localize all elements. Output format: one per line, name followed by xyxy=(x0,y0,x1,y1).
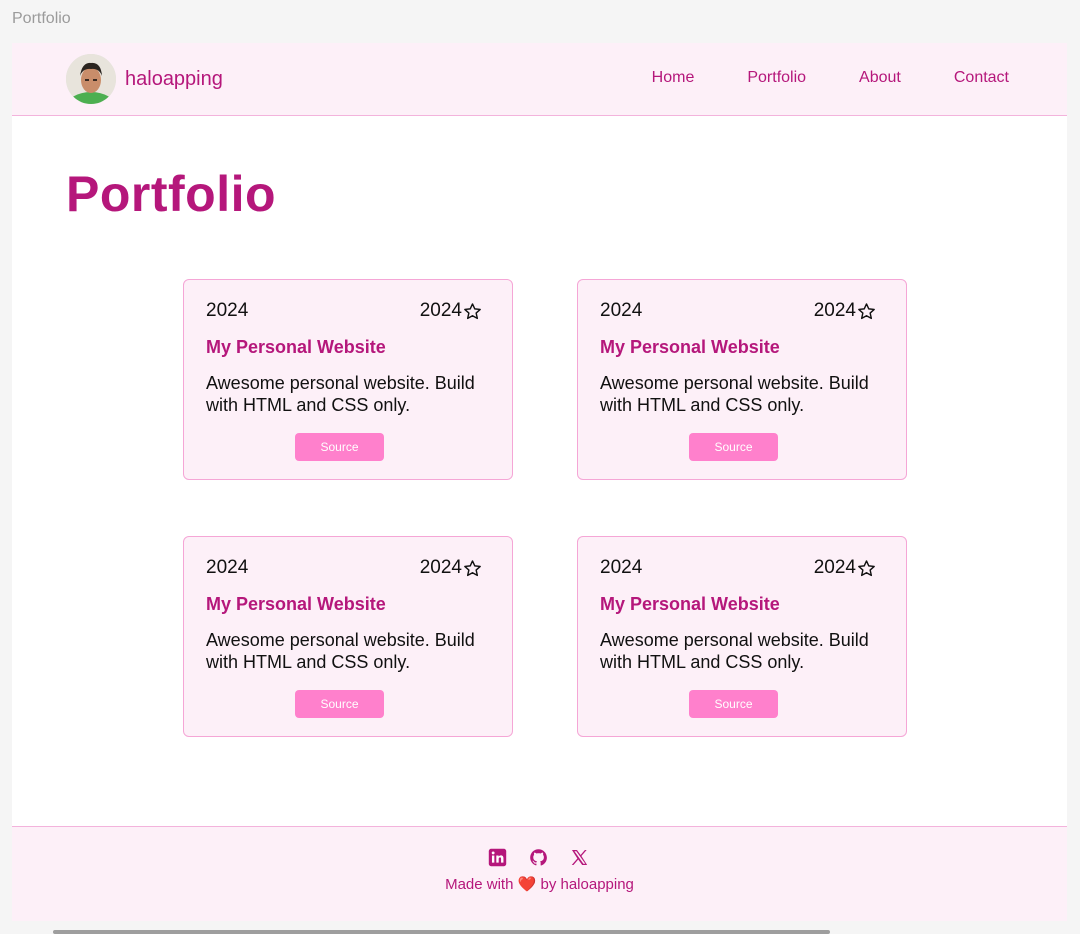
navbar: haloapping Home Portfolio About Contact xyxy=(12,43,1067,116)
star-icon xyxy=(464,559,481,576)
horizontal-scrollbar[interactable] xyxy=(53,930,830,934)
nav-home[interactable]: Home xyxy=(652,69,695,87)
nav-contact[interactable]: Contact xyxy=(954,69,1009,87)
heart-icon: ❤️ xyxy=(517,876,537,893)
portfolio-card: 2024 2024 My Personal Website Awesome pe… xyxy=(577,536,907,737)
card-description: Awesome personal website. Build with HTM… xyxy=(600,630,869,672)
nav-portfolio[interactable]: Portfolio xyxy=(747,69,806,87)
star-icon xyxy=(464,302,481,319)
github-icon[interactable] xyxy=(529,848,548,867)
card-title: My Personal Website xyxy=(600,337,780,357)
page-frame: haloapping Home Portfolio About Contact … xyxy=(12,43,1067,921)
footer: Made with ❤️ by haloapping xyxy=(12,826,1067,921)
card-stars-count: 2024 xyxy=(419,300,462,321)
avatar xyxy=(66,54,116,104)
source-button[interactable]: Source xyxy=(689,433,778,461)
footer-credit: Made with ❤️ by haloapping xyxy=(12,875,1067,893)
nav-links: Home Portfolio About Contact xyxy=(599,69,1009,87)
card-description: Awesome personal website. Build with HTM… xyxy=(600,373,869,415)
card-year: 2024 xyxy=(206,300,249,321)
card-year: 2024 xyxy=(206,557,249,578)
x-icon[interactable] xyxy=(570,848,589,867)
page-title: Portfolio xyxy=(66,166,277,222)
brand-name: haloapping xyxy=(125,67,223,90)
source-button[interactable]: Source xyxy=(295,690,384,718)
card-stars-count: 2024 xyxy=(813,557,856,578)
linkedin-icon[interactable] xyxy=(488,848,507,867)
social-links xyxy=(488,848,611,867)
card-stars-count: 2024 xyxy=(813,300,856,321)
card-stars: 2024 xyxy=(420,300,482,322)
card-title: My Personal Website xyxy=(206,594,386,614)
card-stars: 2024 xyxy=(814,300,876,322)
document-title: Portfolio xyxy=(12,10,71,27)
source-button[interactable]: Source xyxy=(689,690,778,718)
card-title: My Personal Website xyxy=(206,337,386,357)
card-description: Awesome personal website. Build with HTM… xyxy=(206,630,475,672)
card-stars: 2024 xyxy=(420,557,482,579)
footer-made-with: Made with xyxy=(445,876,514,893)
nav-about[interactable]: About xyxy=(859,69,901,87)
portfolio-card: 2024 2024 My Personal Website Awesome pe… xyxy=(577,279,907,480)
source-button[interactable]: Source xyxy=(295,433,384,461)
star-icon xyxy=(858,559,875,576)
card-stars-count: 2024 xyxy=(419,557,462,578)
star-icon xyxy=(858,302,875,319)
card-description: Awesome personal website. Build with HTM… xyxy=(206,373,475,415)
card-year: 2024 xyxy=(600,300,643,321)
portfolio-card: 2024 2024 My Personal Website Awesome pe… xyxy=(183,279,513,480)
card-stars: 2024 xyxy=(814,557,876,579)
brand[interactable]: haloapping xyxy=(66,54,223,104)
footer-by: by haloapping xyxy=(540,876,634,893)
portfolio-card: 2024 2024 My Personal Website Awesome pe… xyxy=(183,536,513,737)
card-title: My Personal Website xyxy=(600,594,780,614)
card-year: 2024 xyxy=(600,557,643,578)
